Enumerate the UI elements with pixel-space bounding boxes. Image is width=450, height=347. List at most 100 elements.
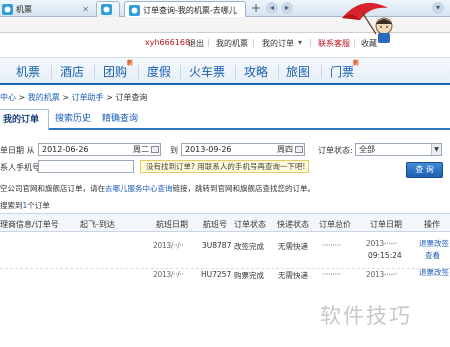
chevron-down-icon[interactable]: ▼ bbox=[431, 144, 441, 155]
new-tab-button[interactable]: + bbox=[249, 2, 263, 15]
browser-tab-2[interactable] bbox=[96, 1, 120, 17]
tab-search-history[interactable]: 搜索历史 bbox=[50, 109, 96, 130]
service-center-link[interactable]: 去哪儿服务中心查询 bbox=[105, 184, 173, 193]
watermark-text: 软件技巧 bbox=[320, 304, 412, 328]
nav-divider bbox=[180, 65, 181, 79]
qunar-icon bbox=[2, 3, 13, 15]
nav-divider bbox=[94, 65, 95, 79]
main-nav: 机票 酒店 团购 新 度假 火车票 攻略 旅图 门票 新 bbox=[0, 57, 450, 85]
nav-tickets[interactable]: 门票 bbox=[330, 63, 354, 80]
contact-service-link[interactable]: 联系客服 bbox=[318, 38, 350, 49]
column-header: 理商信息/订单号 bbox=[0, 220, 59, 229]
new-badge: 新 bbox=[353, 60, 360, 67]
date-range-label: 单日期 从 bbox=[0, 146, 35, 155]
order-status-select[interactable]: 全部 ▼ bbox=[355, 143, 442, 156]
column-header: 快递状态 bbox=[277, 220, 309, 229]
express-status: 无需快递 bbox=[278, 271, 308, 280]
browser-tab-1[interactable]: 机票 ✕ bbox=[0, 1, 92, 17]
flight-date: 2013/··/·· bbox=[153, 241, 184, 250]
order-price: ········· bbox=[322, 241, 341, 250]
date-to-input[interactable]: 2013-09-26 周四 bbox=[181, 143, 305, 156]
flight-number: HU7257 bbox=[201, 270, 232, 279]
phone-tip: 没有找到订单? 用联系人的手机号再查询一下吧! bbox=[140, 160, 309, 173]
topbar-separator: | bbox=[252, 38, 255, 47]
refund-change-link[interactable]: 退票改签 bbox=[419, 267, 449, 278]
date-to-label: 到 bbox=[170, 146, 178, 155]
nav-vacation[interactable]: 度假 bbox=[147, 63, 171, 80]
breadcrumb-separator: > bbox=[62, 93, 70, 102]
order-subtabs: 我的订单 搜索历史 精确查询 bbox=[0, 109, 450, 130]
column-header: 操作 bbox=[424, 220, 440, 229]
browser-tab-1-label: 机票 bbox=[16, 4, 32, 14]
phone-input[interactable] bbox=[38, 160, 134, 173]
refund-change-link[interactable]: 退票改签 bbox=[419, 238, 449, 249]
tab-scroll-left-icon[interactable]: ◂ bbox=[266, 2, 278, 14]
breadcrumb-separator: > bbox=[106, 93, 113, 102]
column-header: 订单日期 bbox=[370, 220, 402, 229]
tab-my-orders[interactable]: 我的订单 bbox=[0, 109, 49, 130]
breadcrumb-my-tickets[interactable]: 我的机票 bbox=[28, 93, 60, 102]
view-link[interactable]: 查看 bbox=[425, 250, 440, 261]
column-header: 订单状态 bbox=[234, 220, 266, 229]
notice-suffix: 链接，跳转到官网和旗舰店查找您的订单。 bbox=[172, 184, 316, 193]
date-from-weekday: 周二 bbox=[133, 145, 149, 154]
username-link[interactable]: xyh666168 bbox=[145, 38, 190, 47]
qunar-icon bbox=[129, 4, 140, 16]
nav-divider bbox=[51, 65, 52, 79]
nav-hotels[interactable]: 酒店 bbox=[60, 63, 84, 80]
breadcrumb-order-assistant[interactable]: 订单助手 bbox=[72, 93, 104, 102]
order-date: 2013-··-·· bbox=[366, 270, 398, 279]
official-site-notice: 空公司官网和旗舰店订单，请在去哪儿服务中心查询链接，跳转到官网和旗舰店查找您的订… bbox=[0, 183, 315, 194]
nav-guides[interactable]: 攻略 bbox=[244, 63, 268, 80]
tab-list-icon[interactable]: ▾ bbox=[432, 2, 444, 14]
breadcrumb-current: 订单查询 bbox=[115, 93, 148, 102]
date-to-value: 2013-09-26 bbox=[185, 145, 232, 154]
nav-train[interactable]: 火车票 bbox=[189, 63, 225, 80]
breadcrumb-center[interactable]: 中心 bbox=[0, 93, 16, 102]
order-date: 2013-··-·· bbox=[366, 239, 398, 248]
order-price: ········· bbox=[322, 270, 341, 279]
flight-number: 3U8787 bbox=[202, 241, 232, 250]
date-from-value: 2012-06-26 bbox=[42, 145, 89, 154]
order-time: 09:15:24 bbox=[368, 251, 402, 260]
browser-tab-3-label: 订单查询-我的机票-去哪儿 bbox=[143, 5, 237, 15]
close-icon[interactable]: ✕ bbox=[82, 5, 89, 14]
order-status-value: 全部 bbox=[359, 145, 375, 154]
table-row: 2013/··/·· HU7257 购票完成 无需快递 ········· 20… bbox=[0, 262, 450, 298]
column-header: 航班号 bbox=[203, 220, 227, 229]
column-header: 航班日期 bbox=[156, 220, 188, 229]
site-topbar: xyh666168 退出 | 我的机票 | 我的订单 ▾ | 联系客服 | 收藏 bbox=[0, 38, 450, 52]
topbar-separator: | bbox=[353, 38, 356, 47]
nav-travel-photos[interactable]: 旅图 bbox=[286, 63, 310, 80]
nav-divider bbox=[321, 65, 322, 79]
browser-tab-3[interactable]: 订单查询-我的机票-去哪儿 bbox=[124, 1, 246, 18]
calendar-icon[interactable] bbox=[295, 146, 303, 153]
query-button[interactable]: 查 询 bbox=[406, 162, 443, 178]
logout-link[interactable]: 退出 bbox=[188, 38, 204, 49]
qunar-icon bbox=[101, 4, 112, 15]
my-tickets-link[interactable]: 我的机票 bbox=[216, 38, 248, 49]
my-orders-link[interactable]: 我的订单 bbox=[262, 38, 294, 49]
new-badge: 新 bbox=[127, 60, 134, 67]
breadcrumb: 中心 > 我的机票 > 订单助手 > 订单查询 bbox=[0, 92, 147, 103]
order-status: 购票完成 bbox=[234, 271, 264, 280]
found-prefix: 搜索到 bbox=[0, 201, 23, 210]
calendar-icon[interactable] bbox=[151, 146, 159, 153]
order-status: 改签完成 bbox=[234, 242, 264, 251]
topbar-separator: | bbox=[309, 38, 312, 47]
nav-divider bbox=[138, 65, 139, 79]
date-from-input[interactable]: 2012-06-26 周二 bbox=[38, 143, 161, 156]
search-result-count: 搜索到1个订单 bbox=[0, 200, 50, 211]
nav-flights[interactable]: 机票 bbox=[16, 63, 40, 80]
favorites-link[interactable]: 收藏 bbox=[361, 38, 377, 49]
nav-groupbuy[interactable]: 团购 bbox=[103, 63, 127, 80]
flight-date: 2013/··/·· bbox=[153, 270, 184, 279]
tab-precise-query[interactable]: 精确查询 bbox=[97, 109, 143, 130]
tab-scroll-right-icon[interactable]: ▸ bbox=[281, 2, 293, 14]
chevron-down-icon[interactable]: ▾ bbox=[298, 38, 302, 47]
order-status-label: 订单状态: bbox=[318, 146, 353, 155]
topbar-separator: | bbox=[207, 38, 210, 47]
column-header: 起飞-到达 bbox=[80, 220, 115, 229]
date-to-weekday: 周四 bbox=[277, 145, 293, 154]
nav-divider bbox=[235, 65, 236, 79]
